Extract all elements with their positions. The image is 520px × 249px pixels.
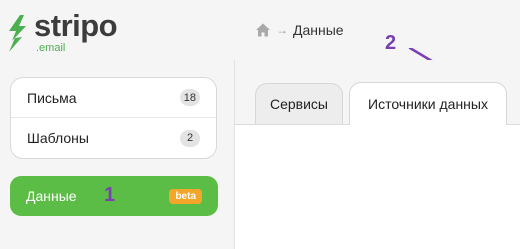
sidebar-item-label: Данные [26, 188, 77, 204]
sidebar-nav-card: Письма 18 Шаблоны 2 [10, 77, 217, 159]
home-icon[interactable] [255, 22, 271, 38]
sidebar-item-label: Письма [27, 89, 77, 106]
annotation-number-1: 1 [104, 184, 116, 206]
breadcrumb-current: Данные [293, 22, 344, 38]
count-badge: 18 [179, 89, 200, 106]
tab-label: Сервисы [269, 96, 328, 112]
beta-badge: beta [169, 188, 202, 204]
tab-label: Источники данных [368, 96, 488, 112]
main-panel: Сервисы Источники данных [235, 60, 520, 249]
logo-wordmark: stripo [34, 8, 118, 43]
breadcrumb: → Данные [255, 21, 344, 39]
logo-subtext: .email [36, 42, 66, 54]
tab-bar: Сервисы Источники данных [235, 60, 520, 125]
tab-data-sources[interactable]: Источники данных [349, 82, 507, 125]
sidebar-item-emails[interactable]: Письма 18 [11, 78, 216, 118]
lightning-logo-icon [9, 15, 26, 52]
sidebar-item-label: Шаблоны [27, 130, 89, 146]
count-badge: 2 [180, 129, 200, 147]
sidebar: Письма 18 Шаблоны 2 Данные beta 1 [0, 60, 235, 249]
sidebar-item-templates[interactable]: Шаблоны 2 [11, 118, 216, 158]
top-bar: stripo .email → Данные 2 [0, 0, 520, 82]
breadcrumb-arrow-icon: → [276, 23, 288, 37]
stripo-logo[interactable]: stripo .email [6, 6, 126, 56]
annotation-number-2: 2 [385, 32, 397, 54]
tab-services[interactable]: Сервисы [255, 83, 343, 124]
